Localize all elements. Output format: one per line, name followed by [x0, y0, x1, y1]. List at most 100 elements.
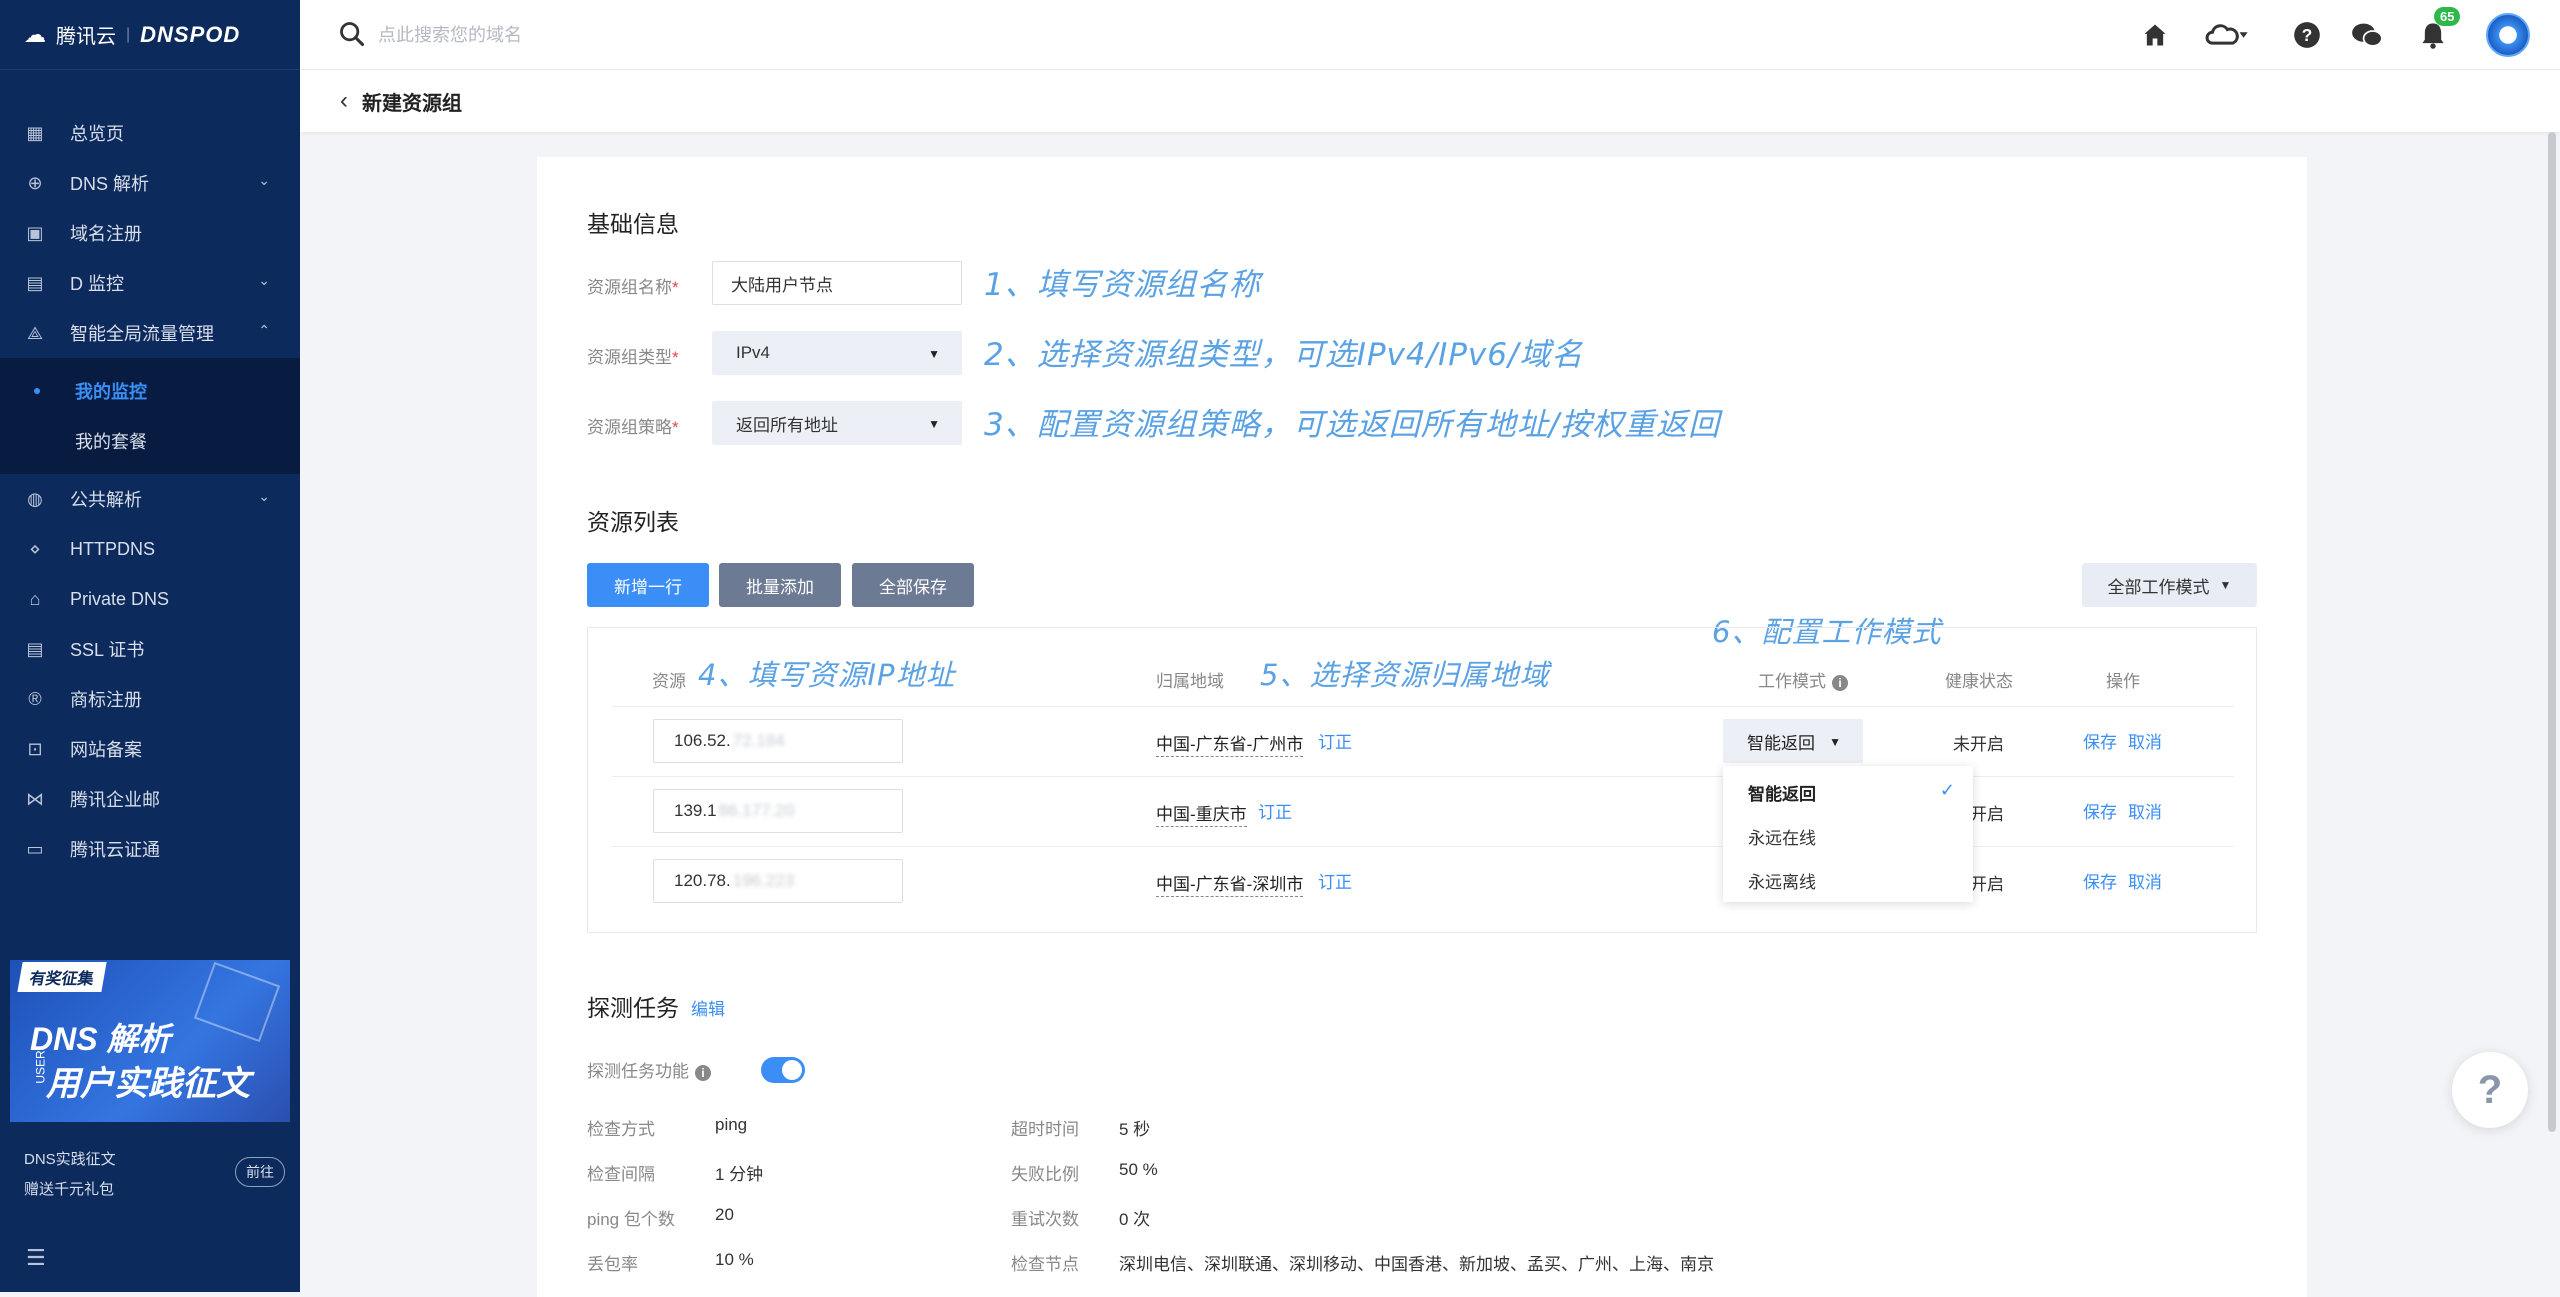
sidebar-item-my-plan[interactable]: 我的套餐 — [0, 416, 300, 466]
domain-icon: ▣ — [26, 222, 44, 243]
label-text: 资源组名称 — [587, 278, 672, 297]
info-icon[interactable]: i — [1832, 674, 1848, 691]
all-mode-button[interactable]: 全部工作模式 ▼ — [2082, 563, 2257, 607]
dropdown-option[interactable]: 永远在线 — [1723, 814, 1973, 858]
promo-decoration — [193, 961, 281, 1043]
edit-probe-link[interactable]: 编辑 — [691, 995, 725, 1020]
cancel-link[interactable]: 取消 — [2128, 728, 2162, 753]
sidebar-item-my-monitor[interactable]: 我的监控 — [0, 366, 300, 416]
check-nodes-label: 检查节点 — [1011, 1255, 1079, 1274]
save-all-button[interactable]: 全部保存 — [852, 563, 974, 607]
search-icon — [340, 22, 365, 47]
sidebar-item-label: DNS 解析 — [70, 174, 150, 194]
cancel-link[interactable]: 取消 — [2128, 798, 2162, 823]
row-divider — [612, 706, 2234, 707]
search-input[interactable] — [376, 18, 976, 52]
work-mode-select[interactable]: 智能返回 ▼ — [1723, 719, 1863, 763]
scrollbar[interactable] — [2548, 132, 2556, 1132]
bulk-add-button[interactable]: 批量添加 — [719, 563, 841, 607]
promo-banner[interactable]: 有奖征集 DNS 解析 USER 用户实践征文 — [10, 960, 290, 1122]
wechat-icon[interactable] — [2350, 18, 2384, 52]
sidebar-item-monitor[interactable]: ▤ D 监控 ⌄ — [0, 258, 300, 308]
check-interval-value: 1 分钟 — [715, 1165, 764, 1184]
sidebar-item-dns[interactable]: ⊕ DNS 解析 ⌄ — [0, 158, 300, 208]
fix-region-link[interactable]: 订正 — [1318, 868, 1352, 893]
sidebar-item-cert[interactable]: ▭ 腾讯云证通 — [0, 824, 300, 874]
ip-input[interactable]: 120.78. 196.223 — [653, 859, 903, 903]
ip-input[interactable]: 106.52. 72.184 — [653, 719, 903, 763]
sidebar-item-label: 腾讯企业邮 — [70, 790, 160, 810]
sidebar-item-trademark[interactable]: ® 商标注册 — [0, 674, 300, 724]
fix-region-link[interactable]: 订正 — [1318, 728, 1352, 753]
sidebar-item-label: 我的套餐 — [75, 432, 147, 452]
save-link[interactable]: 保存 — [2083, 798, 2117, 823]
region-value[interactable]: 中国-重庆市 — [1156, 800, 1247, 827]
traffic-icon: ⟁ — [26, 322, 44, 343]
save-link[interactable]: 保存 — [2083, 728, 2117, 753]
resource-table: 资源 4、填写资源IP地址 归属地域 5、选择资源归属地域 工作模式 i 健康状态… — [587, 627, 2257, 933]
main-card: 基础信息 资源组名称* 大陆用户节点 1、填写资源组名称 资源组类型* IPv4… — [537, 157, 2307, 1297]
fix-region-link[interactable]: 订正 — [1258, 798, 1292, 823]
required-mark: * — [672, 278, 679, 297]
chevron-down-icon: ⌄ — [258, 272, 270, 288]
annotation-5: 5、选择资源归属地域 — [1260, 658, 1550, 692]
work-mode-dropdown: 智能返回 ✓ 永远在线 永远离线 — [1723, 766, 1973, 902]
ip-input[interactable]: 139.1 86.177.20 — [653, 789, 903, 833]
group-strategy-select[interactable]: 返回所有地址 ▼ — [712, 401, 962, 445]
sidebar-item-traffic[interactable]: ⟁ 智能全局流量管理 ⌃ — [0, 308, 300, 358]
sidebar-item-domain[interactable]: ▣ 域名注册 — [0, 208, 300, 258]
back-arrow-icon[interactable]: ‹ — [340, 87, 348, 115]
page-title: 新建资源组 — [362, 92, 462, 115]
probe-toggle[interactable] — [761, 1057, 805, 1083]
label-text: 资源组类型 — [587, 348, 672, 367]
logo-text: 腾讯云 — [56, 26, 116, 48]
row-divider — [612, 776, 2234, 777]
health-status: 开启 — [1970, 875, 2004, 894]
sidebar-item-ssl[interactable]: ▤ SSL 证书 — [0, 624, 300, 674]
save-link[interactable]: 保存 — [2083, 868, 2117, 893]
cert-icon: ▭ — [26, 838, 44, 859]
dropdown-option[interactable]: 智能返回 ✓ — [1723, 770, 1973, 814]
promo-go-button[interactable]: 前往 — [235, 1157, 285, 1187]
caret-down-icon: ▼ — [928, 417, 940, 431]
annotation-3: 3、配置资源组策略，可选返回所有地址/按权重返回 — [984, 407, 1721, 443]
check-nodes-value: 深圳电信、深圳联通、深圳移动、中国香港、新加坡、孟买、广州、上海、南京 — [1119, 1255, 1714, 1274]
sidebar-item-icp[interactable]: ⊡ 网站备案 — [0, 724, 300, 774]
cloud-menu-icon[interactable] — [2198, 18, 2254, 52]
sidebar-item-overview[interactable]: ▦ 总览页 — [0, 108, 300, 158]
caret-down-icon: ▼ — [928, 347, 940, 361]
sidebar-item-label: 商标注册 — [70, 690, 142, 710]
group-type-select[interactable]: IPv4 ▼ — [712, 331, 962, 375]
group-name-input[interactable]: 大陆用户节点 — [712, 261, 962, 305]
ip-visible: 120.78. — [674, 871, 731, 890]
ping-count-value: 20 — [715, 1205, 734, 1224]
sidebar-item-mail[interactable]: ⋈ 腾讯企业邮 — [0, 774, 300, 824]
promo-headline: DNS 解析 — [30, 1021, 171, 1057]
option-label: 永远在线 — [1748, 828, 1816, 848]
globe-icon: ⊕ — [27, 172, 43, 193]
sidebar-item-label: 公共解析 — [70, 490, 142, 510]
ip-masked: 86.177.20 — [718, 801, 795, 820]
annotation-2: 2、选择资源组类型，可选IPv4/IPv6/域名 — [984, 337, 1584, 373]
cancel-link[interactable]: 取消 — [2128, 868, 2162, 893]
info-icon[interactable]: i — [695, 1064, 711, 1081]
help-icon[interactable]: ? — [2290, 18, 2324, 52]
collapse-sidebar-icon[interactable]: ☰ — [26, 1245, 46, 1271]
add-row-button[interactable]: 新增一行 — [587, 563, 709, 607]
ip-masked: 196.223 — [732, 871, 795, 890]
region-value[interactable]: 中国-广东省-广州市 — [1156, 730, 1304, 757]
dropdown-option[interactable]: 永远离线 — [1723, 858, 1973, 902]
sidebar-item-httpdns[interactable]: ⋄ HTTPDNS — [0, 524, 300, 574]
region-value[interactable]: 中国-广东省-深圳市 — [1156, 870, 1304, 897]
logo[interactable]: ☁ 腾讯云 | DNSPOD — [0, 0, 300, 70]
promo-headline-2: 用户实践征文 — [46, 1065, 250, 1103]
required-mark: * — [672, 348, 679, 367]
column-header-health: 健康状态 — [1945, 672, 2013, 691]
avatar[interactable] — [2486, 13, 2530, 57]
sidebar-item-private-dns[interactable]: ⌂ Private DNS — [0, 574, 300, 624]
help-float-button[interactable]: ? — [2452, 1052, 2528, 1128]
home-icon[interactable] — [2138, 18, 2172, 52]
icp-icon: ⊡ — [27, 738, 43, 759]
sidebar-item-public-dns[interactable]: ◍ 公共解析 ⌄ — [0, 474, 300, 524]
annotation-4: 4、填写资源IP地址 — [698, 658, 956, 692]
